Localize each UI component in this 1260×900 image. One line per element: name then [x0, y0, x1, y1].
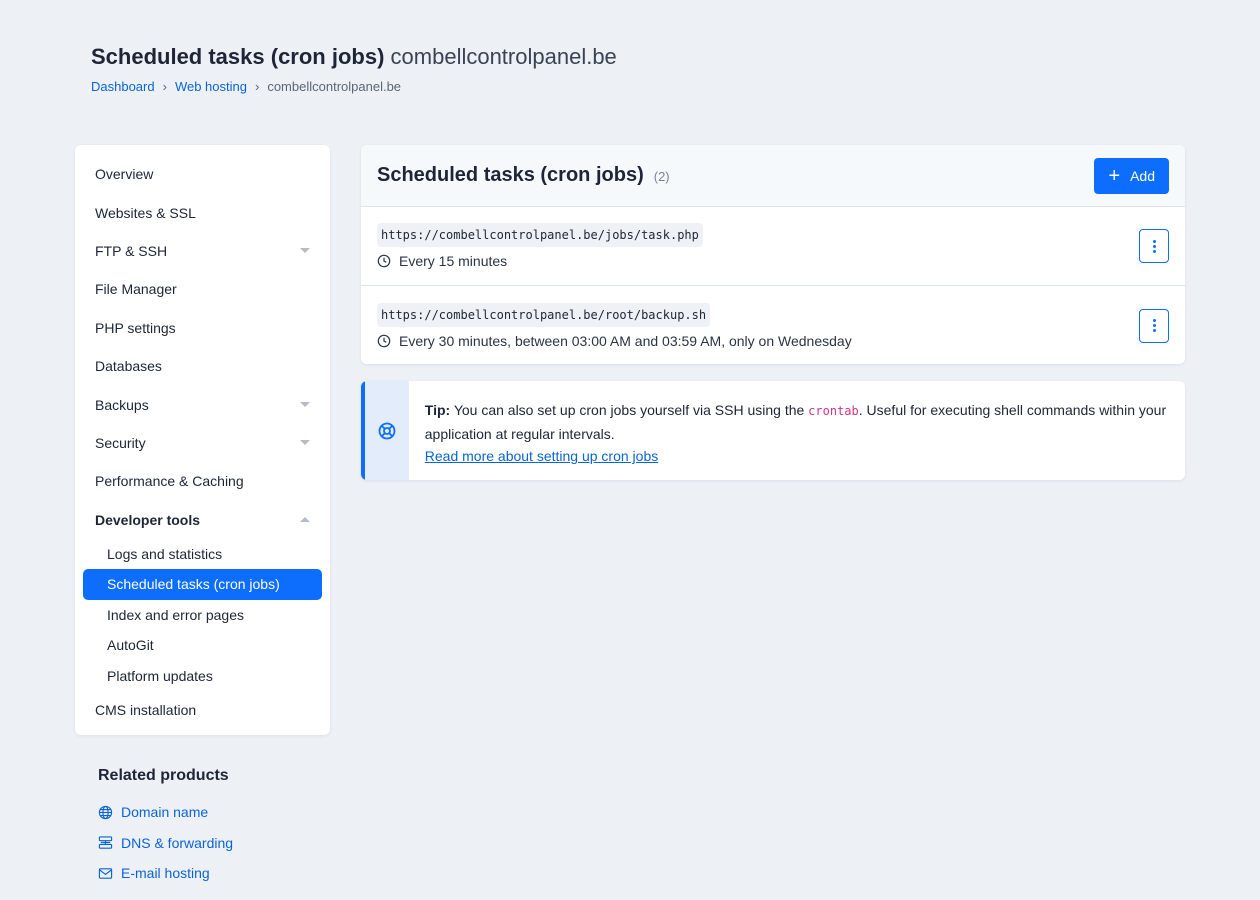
page-title-domain: combellcontrolpanel.be: [390, 44, 617, 69]
sidebar-item-label: File Manager: [95, 281, 177, 298]
breadcrumb-current: combellcontrolpanel.be: [267, 79, 402, 94]
sidebar-item-label: FTP & SSH: [95, 242, 168, 259]
dns-server-icon: [98, 836, 113, 849]
sidebar-item-label: Databases: [95, 358, 162, 375]
breadcrumb-dashboard[interactable]: Dashboard: [91, 79, 155, 94]
cron-jobs-card: Scheduled tasks (cron jobs) (2) + Add ht…: [361, 145, 1185, 364]
breadcrumb: Dashboard › Web hosting › combellcontrol…: [91, 79, 617, 94]
job-row: https://combellcontrolpanel.be/root/back…: [361, 286, 1185, 364]
chevron-down-icon: [300, 440, 310, 446]
chevron-up-icon: [300, 517, 310, 523]
sidebar-item-cms-installation[interactable]: CMS installation: [75, 691, 330, 729]
breadcrumb-separator: ›: [254, 79, 260, 94]
sidebar-item-label: Security: [95, 434, 146, 451]
sidebar-item-label: PHP settings: [95, 319, 176, 336]
sidebar-item-label: Backups: [95, 396, 149, 413]
sidebar-subitem-logs-statistics[interactable]: Logs and statistics: [83, 539, 322, 569]
sidebar-item-label: Performance & Caching: [95, 473, 244, 490]
breadcrumb-separator: ›: [162, 79, 167, 94]
add-button-label: Add: [1130, 167, 1155, 184]
job-info: https://combellcontrolpanel.be/root/back…: [377, 302, 852, 349]
sidebar-item-label: Developer tools: [95, 511, 201, 528]
job-schedule: Every 15 minutes: [377, 253, 703, 269]
related-link-domain-name[interactable]: Domain name: [98, 797, 233, 828]
job-count: (2): [653, 169, 670, 184]
add-button[interactable]: + Add: [1094, 157, 1169, 194]
dot: [1152, 244, 1156, 248]
globe-icon: [98, 805, 113, 819]
dot: [1152, 249, 1156, 253]
sidebar: Overview Websites & SSL FTP & SSH File M…: [75, 145, 330, 735]
plus-icon: +: [1108, 164, 1121, 187]
sidebar-subitem-label: AutoGit: [107, 637, 154, 654]
related-link-label: Domain name: [121, 804, 209, 821]
sidebar-item-label: CMS installation: [95, 702, 197, 719]
card-title-text: Scheduled tasks (cron jobs): [377, 164, 644, 186]
chevron-down-icon: [300, 402, 310, 408]
sidebar-item-performance-caching[interactable]: Performance & Caching: [75, 462, 330, 500]
sidebar-subitem-label: Logs and statistics: [107, 546, 223, 563]
job-command: https://combellcontrolpanel.be/root/back…: [377, 302, 711, 327]
sidebar-item-developer-tools[interactable]: Developer tools: [75, 501, 330, 539]
card-title: Scheduled tasks (cron jobs) (2): [377, 164, 670, 187]
related-products: Related products Domain name DNS & forwa…: [98, 767, 233, 889]
clock-icon: [377, 254, 391, 268]
sidebar-item-backups[interactable]: Backups: [75, 385, 330, 423]
page-title-text: Scheduled tasks (cron jobs): [91, 44, 385, 69]
tip-text: You can also set up cron jobs yourself v…: [453, 402, 805, 418]
tip-code: crontab: [808, 404, 859, 418]
related-link-email-hosting[interactable]: E-mail hosting: [98, 858, 233, 889]
card-header: Scheduled tasks (cron jobs) (2) + Add: [361, 145, 1185, 207]
sidebar-subitem-autogit[interactable]: AutoGit: [83, 630, 322, 660]
job-actions-menu-button[interactable]: [1139, 308, 1169, 343]
sidebar-subitem-label: Scheduled tasks (cron jobs): [107, 576, 280, 593]
job-schedule-text: Every 30 minutes, between 03:00 AM and 0…: [399, 332, 852, 349]
tip-label: Tip:: [424, 402, 451, 418]
job-actions-menu-button[interactable]: [1139, 229, 1169, 263]
page-header: Scheduled tasks (cron jobs) combellcontr…: [91, 44, 617, 94]
breadcrumb-web-hosting[interactable]: Web hosting: [175, 79, 247, 94]
job-command: https://combellcontrolpanel.be/jobs/task…: [377, 223, 703, 247]
dot: [1152, 324, 1156, 327]
job-schedule-text: Every 15 minutes: [399, 253, 508, 269]
lifebuoy-icon: [378, 422, 396, 439]
tip-box: Tip: You can also set up cron jobs yours…: [361, 381, 1185, 480]
sidebar-item-security[interactable]: Security: [75, 424, 330, 462]
dot: [1152, 319, 1156, 322]
clock-icon: [377, 334, 391, 347]
job-row: https://combellcontrolpanel.be/jobs/task…: [361, 207, 1185, 286]
sidebar-item-websites-ssl[interactable]: Websites & SSL: [75, 193, 330, 231]
sidebar-subitem-label: Index and error pages: [107, 606, 244, 623]
sidebar-item-overview[interactable]: Overview: [75, 155, 330, 193]
sidebar-item-ftp-ssh[interactable]: FTP & SSH: [75, 232, 330, 270]
sidebar-subitem-scheduled-tasks[interactable]: Scheduled tasks (cron jobs): [83, 569, 322, 600]
dot: [1152, 329, 1156, 332]
related-link-dns-forwarding[interactable]: DNS & forwarding: [98, 828, 233, 859]
job-info: https://combellcontrolpanel.be/jobs/task…: [377, 223, 703, 269]
sidebar-item-file-manager[interactable]: File Manager: [75, 270, 330, 308]
page-title: Scheduled tasks (cron jobs) combellcontr…: [91, 44, 617, 70]
envelope-icon: [98, 868, 113, 879]
sidebar-subitem-index-error-pages[interactable]: Index and error pages: [83, 600, 322, 630]
sidebar-item-databases[interactable]: Databases: [75, 347, 330, 385]
job-schedule: Every 30 minutes, between 03:00 AM and 0…: [377, 333, 852, 349]
sidebar-item-php-settings[interactable]: PHP settings: [75, 309, 330, 347]
dot: [1152, 239, 1156, 243]
sidebar-subitem-platform-updates[interactable]: Platform updates: [83, 660, 322, 690]
chevron-down-icon: [300, 248, 310, 254]
tip-read-more-link[interactable]: Read more about setting up cron jobs: [425, 448, 658, 464]
sidebar-item-label: Overview: [95, 166, 154, 183]
sidebar-subitem-label: Platform updates: [107, 667, 213, 684]
tip-sidebar: [361, 381, 409, 480]
tip-body: Tip: You can also set up cron jobs yours…: [409, 381, 1185, 480]
related-link-label: E-mail hosting: [121, 865, 210, 882]
sidebar-item-label: Websites & SSL: [95, 204, 196, 221]
related-link-label: DNS & forwarding: [121, 834, 234, 851]
related-products-title: Related products: [98, 767, 229, 784]
